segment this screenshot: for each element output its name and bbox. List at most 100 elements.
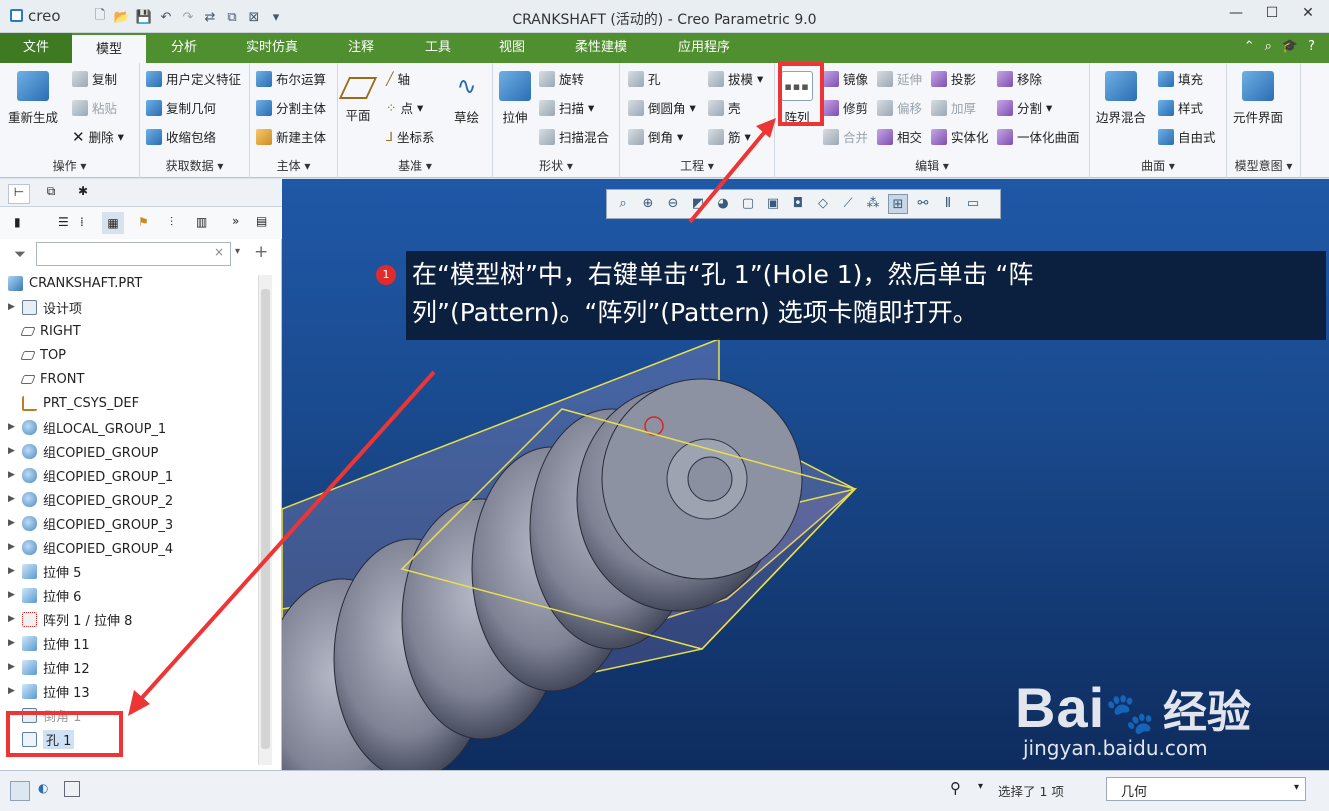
tree-item[interactable]: CRANKSHAFT.PRT — [8, 271, 258, 295]
udf-button[interactable]: 用户定义特征 — [146, 69, 241, 88]
tree-item[interactable]: ▶ 组COPIED_GROUP_2 — [8, 487, 258, 511]
add-filter-icon[interactable]: + — [254, 242, 268, 262]
revolve-button[interactable]: 旋转 — [539, 69, 584, 88]
expand-icon[interactable]: ▶ — [8, 590, 22, 600]
pause-icon[interactable]: Ⅱ — [938, 194, 958, 214]
split-button[interactable]: 分割 ▾ — [997, 98, 1052, 117]
group-label-get-data[interactable]: 获取数据 ▾ — [140, 157, 249, 174]
copy-geometry-button[interactable]: 复制几何 — [146, 98, 216, 117]
csys-display-icon[interactable]: ⚯ — [913, 194, 933, 214]
group-label-model-intent[interactable]: 模型意图 ▾ — [1227, 157, 1300, 174]
find-icon[interactable]: ⚲ — [950, 779, 961, 797]
draft-button[interactable]: 拔模 ▾ — [708, 69, 763, 88]
merge-button[interactable]: 合并 — [823, 127, 868, 146]
minimize-button[interactable]: — — [1225, 5, 1247, 25]
tree-scrollbar[interactable] — [258, 275, 272, 765]
saved-views-icon[interactable]: ▢ — [738, 194, 758, 214]
expand-icon[interactable]: ▶ — [8, 686, 22, 696]
find-dropdown-icon[interactable]: ▾ — [978, 781, 983, 792]
tree-search-input[interactable]: × — [36, 242, 231, 266]
tree-view-icon[interactable]: ☰ — [58, 215, 69, 229]
tab-file[interactable]: 文件 — [0, 33, 72, 63]
animation-icon[interactable]: ▭ — [963, 194, 983, 214]
help-icon[interactable]: ? — [1308, 39, 1315, 54]
view-manager-icon[interactable]: ▣ — [763, 194, 783, 214]
hole-button[interactable]: 孔 — [628, 69, 661, 88]
delete-button[interactable]: ✕ 删除 ▾ — [72, 127, 124, 146]
expand-icon[interactable]: ▶ — [8, 446, 22, 456]
datum-display-icon[interactable]: ⟋ — [838, 194, 858, 214]
expand-icon[interactable]: ▶ — [8, 494, 22, 504]
tree-item[interactable]: ▶ 拉伸 5 — [8, 559, 258, 583]
extend-button[interactable]: 延伸 — [877, 69, 922, 88]
boundary-blend-button[interactable]: 边界混合 — [1096, 71, 1146, 126]
tree-item[interactable]: ▶ 组COPIED_GROUP_3 — [8, 511, 258, 535]
close-button[interactable]: ✕ — [1297, 5, 1319, 25]
tab-analysis[interactable]: 分析 — [150, 33, 218, 63]
tab-model[interactable]: 模型 — [72, 33, 146, 63]
tree-filter-icon[interactable]: ⫶ — [170, 215, 173, 230]
freestyle-button[interactable]: 自由式 — [1158, 127, 1216, 146]
group-label-editing[interactable]: 编辑 ▾ — [775, 157, 1089, 174]
expand-icon[interactable]: ▶ — [8, 638, 22, 648]
tree-item[interactable]: ▶ 阵列 1 / 拉伸 8 — [8, 607, 258, 631]
solidify-button[interactable]: 实体化 — [931, 127, 989, 146]
fill-button[interactable]: 填充 — [1158, 69, 1203, 88]
tree-item[interactable]: ▶ 拉伸 13 — [8, 679, 258, 703]
remove-button[interactable]: 移除 — [997, 69, 1042, 88]
zoom-out-icon[interactable]: ⊖ — [663, 194, 683, 214]
clear-search-icon[interactable]: × — [214, 245, 224, 259]
expand-icon[interactable]: ▶ — [8, 662, 22, 672]
refit-icon[interactable]: ⌕ — [613, 194, 633, 214]
chamfer-button[interactable]: 倒角 ▾ — [628, 127, 683, 146]
tab-view[interactable]: 视图 — [484, 33, 540, 63]
component-interface-button[interactable]: 元件界面 — [1233, 71, 1283, 126]
perspective-icon[interactable]: ◘ — [788, 194, 808, 214]
expand-icon[interactable]: ▶ — [8, 422, 22, 432]
intersect-button[interactable]: 相交 — [877, 127, 922, 146]
document-icon[interactable]: ▤ — [256, 214, 267, 228]
copy-button[interactable]: 复制 — [72, 69, 117, 88]
trim-button[interactable]: 修剪 — [823, 98, 868, 117]
tree-item[interactable]: ▶ 设计项 — [8, 295, 258, 319]
tree-item[interactable]: ▶ 拉伸 12 — [8, 655, 258, 679]
full-screen-icon[interactable] — [64, 781, 80, 797]
tree-item[interactable]: ▶ 组COPIED_GROUP_4 — [8, 535, 258, 559]
group-label-engineering[interactable]: 工程 ▾ — [620, 157, 774, 174]
axis-button[interactable]: ╱ 轴 — [386, 69, 410, 88]
shell-button[interactable]: 壳 — [708, 98, 741, 117]
tree-item[interactable]: FRONT — [8, 367, 258, 391]
expand-icon[interactable]: ▶ — [8, 302, 22, 312]
new-body-button[interactable]: 新建主体 — [256, 127, 326, 146]
scrollbar-thumb[interactable] — [261, 289, 270, 749]
collapse-ribbon-icon[interactable]: ⌃ — [1244, 39, 1255, 54]
expand-icon[interactable]: ▶ — [8, 566, 22, 576]
expand-icon[interactable]: ▶ — [8, 518, 22, 528]
settings-icon[interactable]: ⚑ — [138, 215, 149, 229]
tree-item[interactable]: ▶ 拉伸 11 — [8, 631, 258, 655]
paste-button[interactable]: 粘贴 — [72, 98, 117, 117]
display-style-icon[interactable]: ◕ — [713, 194, 733, 214]
zoom-in-icon[interactable]: ⊕ — [638, 194, 658, 214]
plane-button[interactable]: 平面 — [338, 71, 378, 124]
show-icon[interactable]: ▦ — [102, 212, 124, 234]
tree-item[interactable]: ▶ 组COPIED_GROUP_1 — [8, 463, 258, 487]
favorites-tab-icon[interactable]: ✱ — [72, 184, 94, 204]
tab-tools[interactable]: 工具 — [408, 33, 468, 63]
tree-item[interactable]: ▶ 组LOCAL_GROUP_1 — [8, 415, 258, 439]
repaint-icon[interactable]: ◩ — [688, 194, 708, 214]
body-icon[interactable]: ▮ — [14, 215, 21, 229]
style-button[interactable]: 样式 — [1158, 98, 1203, 117]
expand-icon[interactable]: ▶ — [8, 614, 22, 624]
point-button[interactable]: ⁘ 点 ▾ — [386, 98, 423, 117]
expand-icon[interactable]: ▶ — [8, 542, 22, 552]
boolean-button[interactable]: 布尔运算 — [256, 69, 326, 88]
search-dropdown-icon[interactable]: ▾ — [235, 246, 240, 257]
tree-item[interactable]: RIGHT — [8, 319, 258, 343]
group-label-surfaces[interactable]: 曲面 ▾ — [1090, 157, 1226, 174]
tree-item[interactable]: PRT_CSYS_DEF — [8, 391, 258, 415]
split-body-button[interactable]: 分割主体 — [256, 98, 326, 117]
tree-item[interactable]: ▶ 组COPIED_GROUP — [8, 439, 258, 463]
search-icon[interactable]: ⌕ — [1265, 39, 1272, 54]
more-icon[interactable]: » — [232, 214, 239, 228]
